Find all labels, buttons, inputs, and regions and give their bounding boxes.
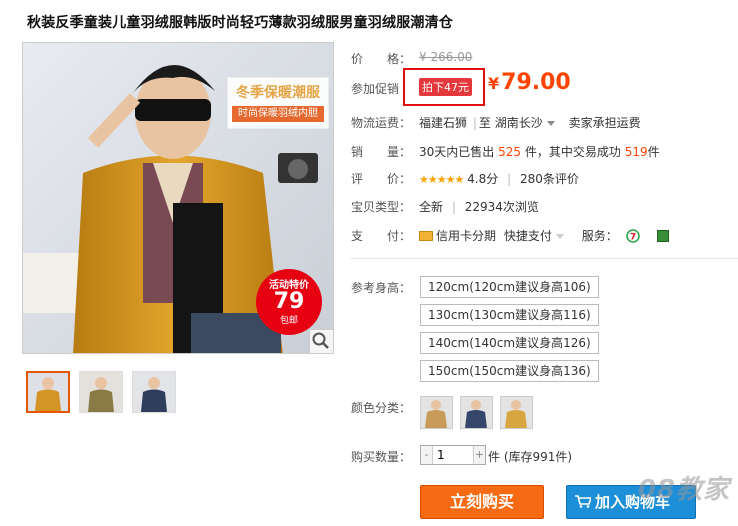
rating-stars-icon: ★★★★★ <box>419 173 464 186</box>
promo-tag: 拍下47元 <box>419 78 472 96</box>
promo-banner-title: 冬季保暖潮服 <box>236 85 320 101</box>
item-condition: 全新 <box>419 200 444 214</box>
seven-day-return-icon[interactable]: 7 <box>625 229 640 243</box>
fast-pay[interactable]: 快捷支付 <box>504 229 552 243</box>
price-label: 价 格： <box>351 52 412 66</box>
main-product-image[interactable]: 冬季保暖潮服 时尚保暖羽绒内胆 活动特价 79 包邮 <box>22 42 334 354</box>
shipping-from: 福建石狮 <box>419 116 468 130</box>
promo-banner-subtitle: 时尚保暖羽绒内胆 <box>232 106 324 122</box>
sales-label: 销 量： <box>351 145 412 159</box>
quantity-increase-button[interactable]: + <box>473 446 485 464</box>
payment-info: 信用卡分期 快捷支付 服务： 7 <box>419 227 670 244</box>
shipping-destination[interactable]: 湖南长沙 <box>495 116 543 130</box>
sales-count: 525 <box>498 145 522 159</box>
magnifier-icon <box>312 332 329 349</box>
thumbnail-strip <box>26 371 176 413</box>
color-swatch-khaki[interactable] <box>500 396 533 429</box>
tan-jacket-icon <box>421 397 452 428</box>
shipping-fee: 卖家承担运费 <box>568 116 641 130</box>
sale-badge-price: 79 <box>273 289 305 314</box>
chevron-down-icon[interactable] <box>546 120 555 126</box>
size-option-120[interactable]: 120cm(120cm建议身高106) <box>420 276 599 298</box>
sales-mid: 件，其中交易成功 <box>524 145 621 159</box>
sales-prefix: 30天内已售出 <box>419 145 495 159</box>
promo-price-value: 79.00 <box>501 70 571 95</box>
sale-badge-bottom: 包邮 <box>279 316 298 326</box>
cart-icon <box>575 495 591 508</box>
credit-card-icon <box>419 231 433 241</box>
site-watermark: 08教家 <box>637 475 730 505</box>
sales-success-count: 519 <box>624 145 648 159</box>
rating-score: 4.8分 <box>467 172 499 186</box>
sales-suffix: 件 <box>647 145 660 159</box>
color-label: 颜色分类： <box>351 401 412 415</box>
stock-count: (库存991件) <box>503 450 573 464</box>
item-type-label: 宝贝类型： <box>351 200 412 214</box>
promo-label: 参加促销 <box>351 82 400 96</box>
size-option-150[interactable]: 150cm(150cm建议身高136) <box>420 360 599 382</box>
view-count: 22934次浏览 <box>464 200 539 214</box>
navy-jacket-icon <box>461 397 492 428</box>
rating-label: 评 价： <box>351 172 412 186</box>
size-label: 参考身高： <box>351 281 412 295</box>
thumbnail-image <box>28 373 68 411</box>
buy-now-button[interactable]: 立刻购买 <box>420 485 544 519</box>
original-price: ¥ 266.00 <box>419 50 473 64</box>
size-option-140[interactable]: 140cm(140cm建议身高126) <box>420 332 599 354</box>
service-label: 服务： <box>581 229 618 243</box>
khaki-jacket-icon <box>501 397 532 428</box>
quantity-stepper: - + <box>420 445 486 465</box>
shipping-label: 物流运费： <box>351 116 412 130</box>
shipping-sep: | <box>472 116 477 130</box>
rating-sep: | <box>507 172 512 186</box>
quantity-unit: 件 <box>488 450 501 464</box>
thumbnail-1[interactable] <box>26 371 70 413</box>
sale-badge-top: 活动特价 <box>269 280 309 291</box>
size-option-130[interactable]: 130cm(130cm建议身高116) <box>420 304 599 326</box>
sale-badge: 活动特价 79 包邮 <box>256 269 322 335</box>
thumbnail-2[interactable] <box>79 371 123 413</box>
color-swatch-navy[interactable] <box>460 396 493 429</box>
item-type-sep: | <box>451 200 456 214</box>
promo-price: ¥79.00 <box>488 70 571 95</box>
sales-info: 30天内已售出 525 件，其中交易成功 519件 <box>419 143 660 160</box>
zoom-button[interactable] <box>309 329 333 353</box>
rating-reviews-link[interactable]: 280条评价 <box>520 172 579 186</box>
promo-banner: 冬季保暖潮服 时尚保暖羽绒内胆 <box>227 77 329 129</box>
shipping-to-prefix: 至 <box>478 116 491 130</box>
product-title: 秋装反季童装儿童羽绒服韩版时尚轻巧薄款羽绒服男童羽绒服潮清仓 <box>27 15 453 31</box>
quantity-label: 购买数量： <box>351 450 412 464</box>
guarantee-icon[interactable] <box>657 230 670 242</box>
quantity-decrease-button[interactable]: - <box>421 446 433 464</box>
thumbnail-3[interactable] <box>132 371 176 413</box>
credit-installment[interactable]: 信用卡分期 <box>436 229 496 243</box>
section-divider <box>350 258 738 259</box>
currency-symbol: ¥ <box>488 74 500 93</box>
thumbnail-image <box>80 372 122 412</box>
chevron-down-icon[interactable] <box>555 233 564 239</box>
shipping-info: 福建石狮 | 至 湖南长沙 卖家承担运费 <box>419 114 641 131</box>
stock-info: 件 (库存991件) <box>488 448 572 465</box>
color-swatch-tan[interactable] <box>420 396 453 429</box>
thumbnail-image <box>133 372 175 412</box>
rating-info: ★★★★★ 4.8分 | 280条评价 <box>419 170 579 187</box>
payment-label: 支 付： <box>351 229 412 243</box>
item-type-info: 全新 | 22934次浏览 <box>419 198 539 215</box>
quantity-input[interactable] <box>433 446 473 464</box>
svg-text:7: 7 <box>629 233 635 243</box>
